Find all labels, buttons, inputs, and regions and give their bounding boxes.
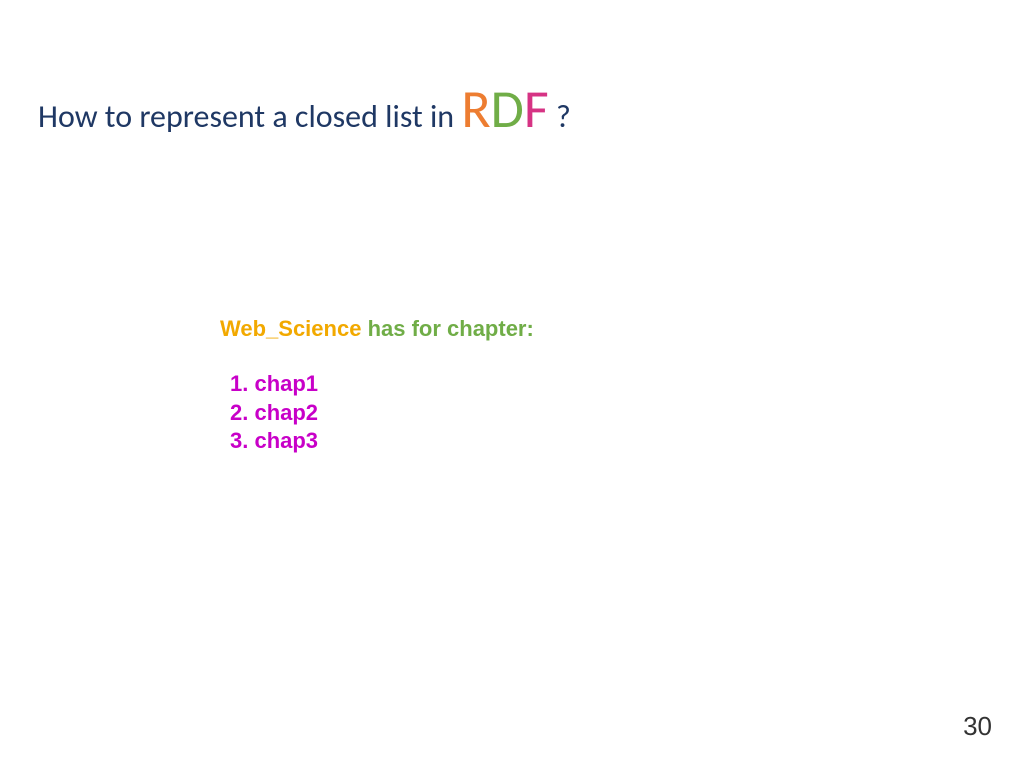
statement-predicate: has for chapter: — [361, 316, 533, 341]
page-number: 30 — [963, 711, 992, 742]
list-item: 2. chap2 — [230, 399, 534, 428]
title-prefix: How to represent a closed list in — [38, 97, 461, 136]
list-item: 1. chap1 — [230, 370, 534, 399]
chapter-list: 1. chap1 2. chap2 3. chap3 — [220, 370, 534, 456]
statement-subject: Web_Science — [220, 316, 361, 341]
slide-content: Web_Science has for chapter: 1. chap1 2.… — [220, 316, 534, 456]
list-item: 3. chap3 — [230, 427, 534, 456]
rdf-letter-f: F — [524, 76, 549, 142]
statement-line: Web_Science has for chapter: — [220, 316, 534, 342]
title-suffix: ? — [549, 97, 571, 136]
slide-title: How to represent a closed list in RDF ? — [38, 76, 571, 142]
rdf-letter-d: D — [491, 76, 524, 142]
rdf-letter-r: R — [461, 76, 490, 142]
